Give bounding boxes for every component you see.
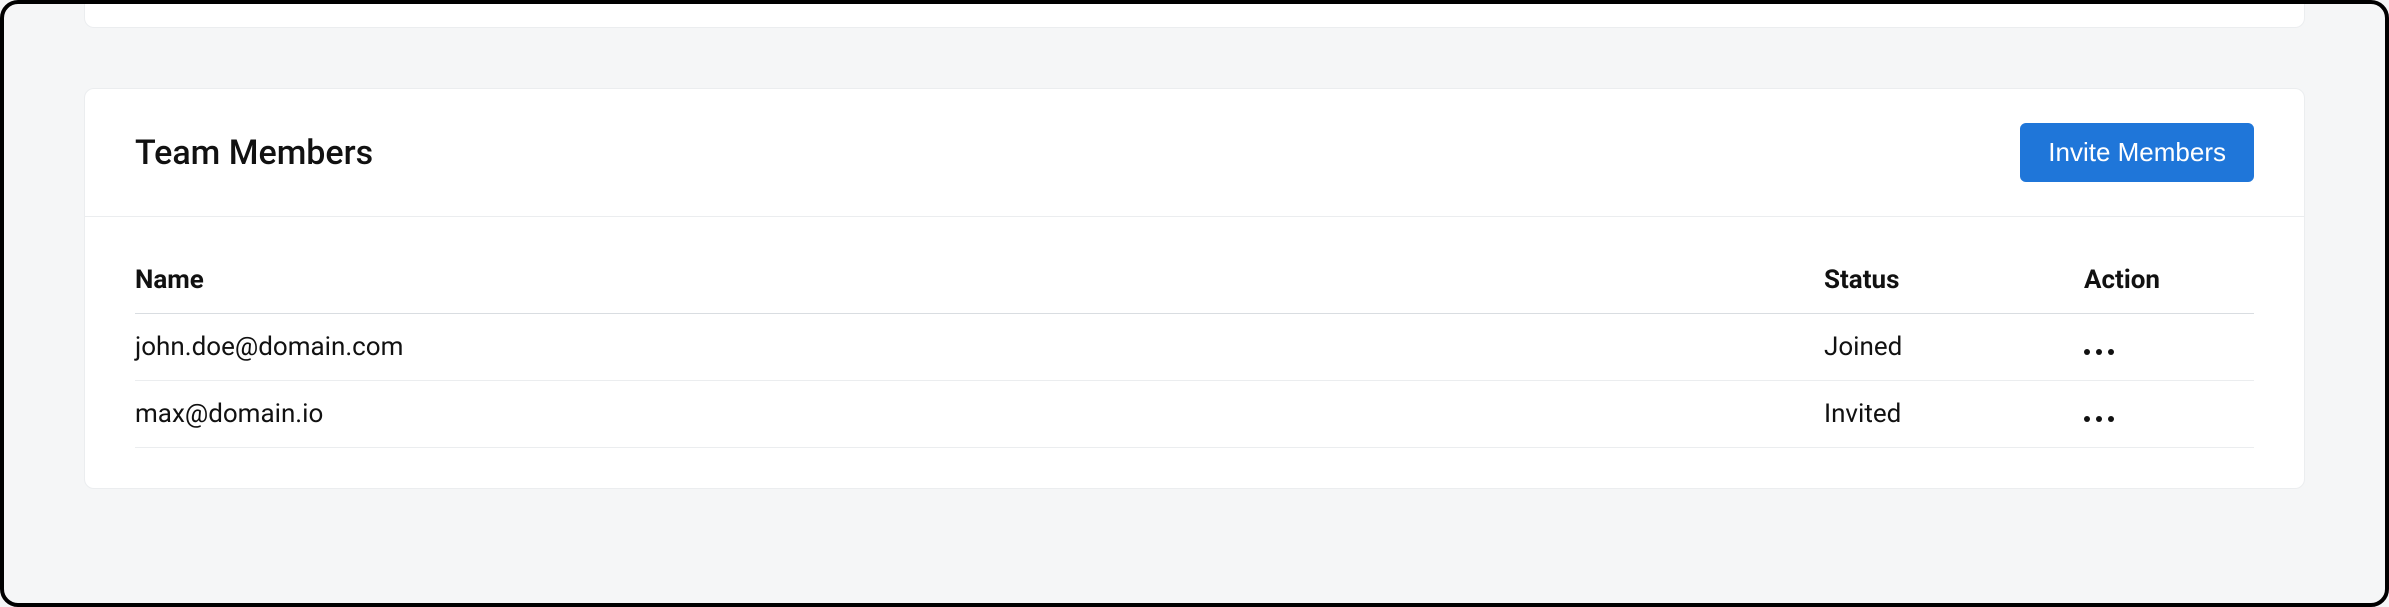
member-status-cell: Invited bbox=[1824, 381, 2084, 448]
member-name-cell: john.doe@domain.com bbox=[135, 314, 1824, 381]
ellipsis-icon bbox=[2108, 416, 2114, 422]
member-action-cell bbox=[2084, 314, 2254, 381]
members-table-wrap: Name Status Action john.doe@domain.com J… bbox=[85, 217, 2304, 488]
ellipsis-icon bbox=[2096, 416, 2102, 422]
ellipsis-icon bbox=[2084, 416, 2090, 422]
table-header-row: Name Status Action bbox=[135, 247, 2254, 314]
ellipsis-icon bbox=[2084, 349, 2090, 355]
page-frame: Team Members Invite Members Name Status … bbox=[0, 0, 2389, 607]
table-row: john.doe@domain.com Joined bbox=[135, 314, 2254, 381]
invite-members-button[interactable]: Invite Members bbox=[2020, 123, 2254, 182]
member-status-cell: Joined bbox=[1824, 314, 2084, 381]
ellipsis-icon bbox=[2108, 349, 2114, 355]
team-members-card: Team Members Invite Members Name Status … bbox=[84, 88, 2305, 489]
ellipsis-icon bbox=[2096, 349, 2102, 355]
member-name-cell: max@domain.io bbox=[135, 381, 1824, 448]
row-actions-button[interactable] bbox=[2084, 345, 2114, 359]
members-table: Name Status Action john.doe@domain.com J… bbox=[135, 247, 2254, 448]
column-header-action: Action bbox=[2084, 247, 2254, 314]
table-row: max@domain.io Invited bbox=[135, 381, 2254, 448]
row-actions-button[interactable] bbox=[2084, 412, 2114, 426]
card-title: Team Members bbox=[135, 133, 373, 173]
column-header-name: Name bbox=[135, 247, 1824, 314]
member-action-cell bbox=[2084, 381, 2254, 448]
card-header: Team Members Invite Members bbox=[85, 89, 2304, 217]
column-header-status: Status bbox=[1824, 247, 2084, 314]
previous-card-edge bbox=[84, 4, 2305, 28]
